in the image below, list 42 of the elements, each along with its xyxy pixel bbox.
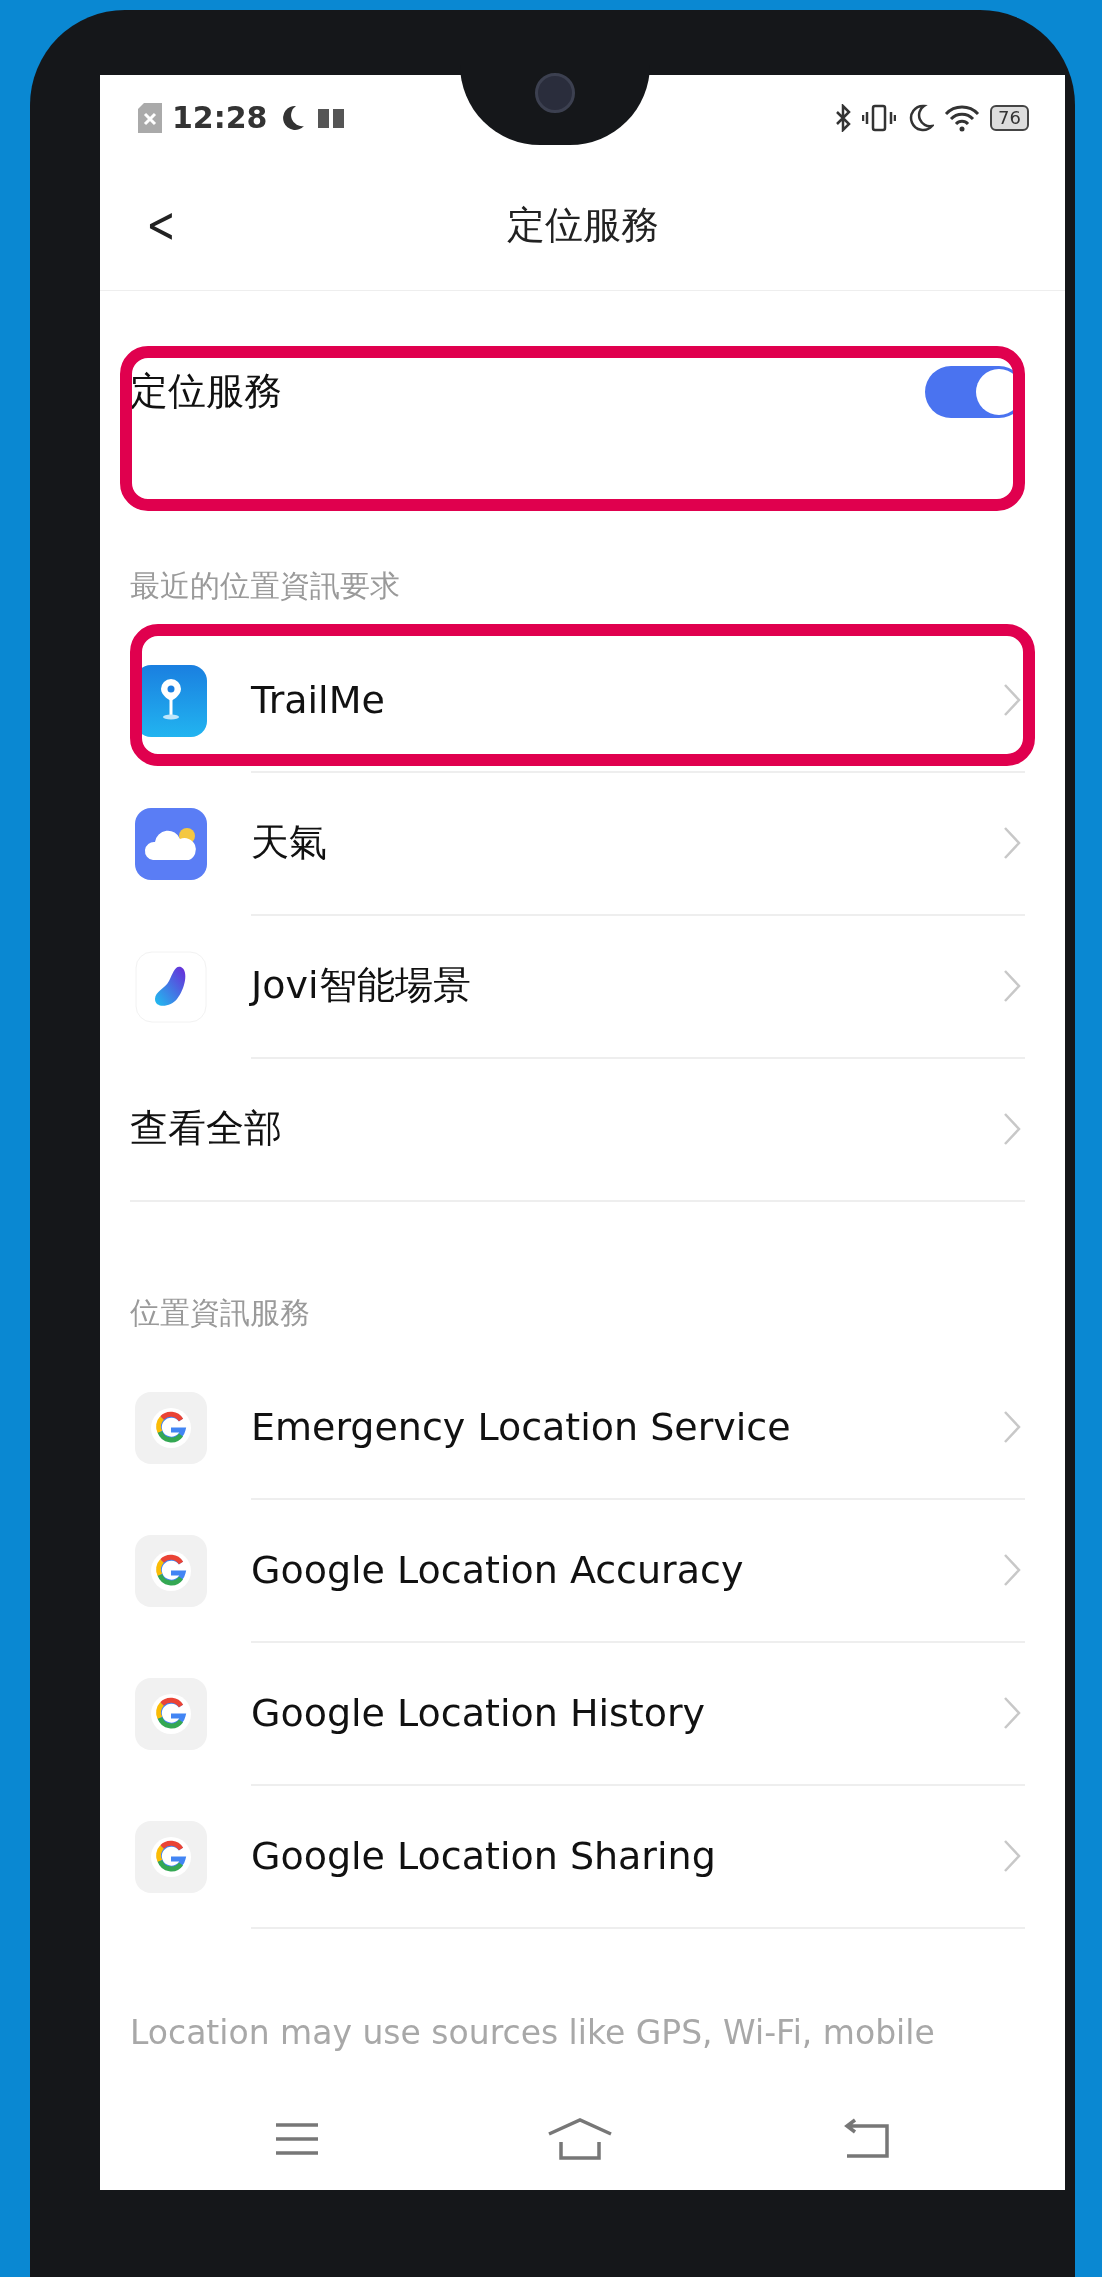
row-label: Google Location History (251, 1690, 706, 1735)
chevron-icon (1003, 825, 1021, 860)
vibrate-icon (862, 103, 897, 132)
chevron-icon (1003, 1111, 1021, 1146)
jovi-blob-icon (135, 950, 207, 1023)
row-label: 天氣 (251, 819, 327, 866)
section-label: 位置資訊服務 (130, 1294, 310, 1332)
chevron-icon (1003, 1552, 1021, 1587)
list-row[interactable]: 天氣 (100, 772, 1065, 915)
list-row[interactable]: Google Location Accuracy (100, 1499, 1065, 1642)
google-g-icon (135, 1391, 207, 1464)
section-label: 最近的位置資訊要求 (130, 567, 400, 605)
google-g-icon (135, 1820, 207, 1893)
wifi-icon (944, 103, 981, 132)
footer-text: Location may use sources like GPS, Wi-Fi, mobile (130, 2012, 936, 2054)
list-row[interactable]: Google Location History (100, 1642, 1065, 1785)
chevron-icon (1003, 1695, 1021, 1730)
row-label: Jovi智能場景 (251, 962, 471, 1009)
bluetooth-icon (834, 103, 853, 132)
battery-indicator: 76 (990, 104, 1029, 131)
back-button[interactable]: < (139, 196, 183, 254)
row-label: Google Location Accuracy (251, 1547, 744, 1592)
list-row[interactable]: Google Location Sharing (100, 1785, 1065, 1928)
google-g-icon (135, 1677, 207, 1750)
page-title: 定位服務 (506, 201, 659, 249)
list-row[interactable]: Emergency Location Service (100, 1356, 1065, 1499)
weather-cloud-icon (135, 807, 207, 880)
sim-icon (138, 102, 162, 133)
row-label: Google Location Sharing (251, 1833, 716, 1878)
list-row[interactable]: 查看全部 (100, 1058, 1065, 1201)
row-label: TrailMe (251, 677, 385, 722)
list-row[interactable]: Jovi智能場景 (100, 915, 1065, 1058)
row-label: 查看全部 (130, 1105, 282, 1152)
status-time: 12:28 (172, 100, 268, 135)
chevron-icon (1003, 1838, 1021, 1873)
google-g-icon (135, 1534, 207, 1607)
toggle-label: 定位服務 (130, 368, 282, 415)
chevron-icon (1003, 1409, 1021, 1444)
chevron-icon (1003, 968, 1021, 1003)
chevron-icon (1003, 682, 1021, 717)
row-label: Emergency Location Service (251, 1404, 791, 1449)
list-row[interactable]: TrailMe (100, 629, 1065, 772)
